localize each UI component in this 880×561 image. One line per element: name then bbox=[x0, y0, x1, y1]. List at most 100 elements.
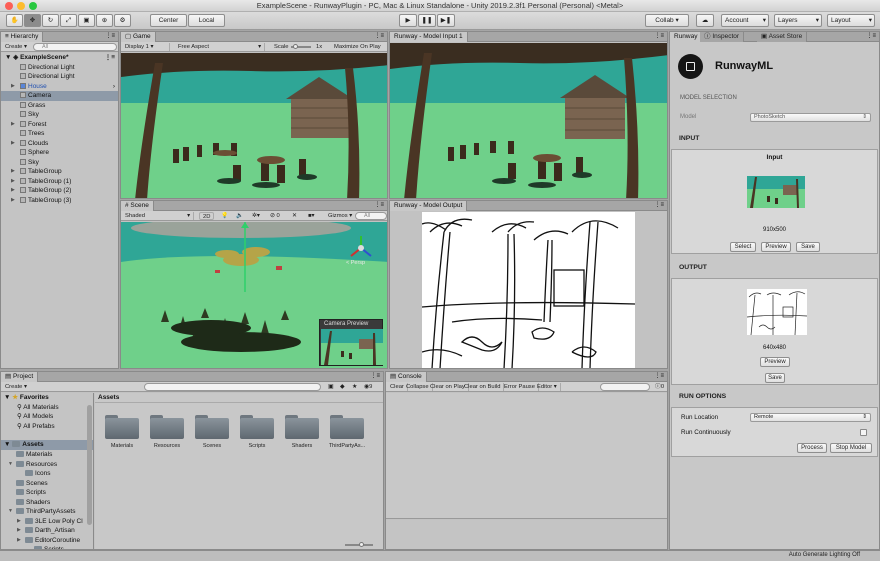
project-tree-item[interactable]: Shaders bbox=[1, 498, 93, 508]
output-preview-button[interactable]: Preview bbox=[760, 357, 790, 367]
hierarchy-item[interactable]: Camera bbox=[1, 91, 118, 101]
panel-menu-icon[interactable]: ⋮≡ bbox=[866, 32, 876, 39]
minimize-window-button[interactable] bbox=[17, 2, 25, 10]
input-preview-button[interactable]: Preview bbox=[761, 242, 791, 252]
tab-inspector[interactable]: ⓘ Inspector bbox=[700, 32, 745, 42]
move-tool-button[interactable]: ✥ bbox=[24, 14, 41, 27]
cloud-button[interactable]: ☁ bbox=[696, 14, 714, 27]
layout-dropdown[interactable]: Layout ▾ bbox=[827, 14, 875, 27]
display-dropdown[interactable]: Display 1 ▾ bbox=[122, 43, 170, 51]
2d-toggle[interactable]: 2D bbox=[199, 212, 215, 220]
project-tree-item[interactable]: ▶ Darth_Artisan bbox=[1, 526, 93, 536]
expand-arrow-icon[interactable]: ▶ bbox=[11, 196, 15, 206]
maximize-on-play-toggle[interactable]: Maximize On Play bbox=[331, 43, 384, 51]
hierarchy-item[interactable]: ▶ TableGroup bbox=[1, 167, 118, 177]
expand-arrow-icon[interactable]: ▶ bbox=[11, 82, 15, 92]
hierarchy-item[interactable]: ▶ TableGroup (3) bbox=[1, 196, 118, 206]
zoom-window-button[interactable] bbox=[29, 2, 37, 10]
expand-arrow-icon[interactable]: ▼ bbox=[8, 507, 13, 517]
collab-dropdown[interactable]: Collab ▾ bbox=[645, 14, 689, 27]
aspect-dropdown[interactable]: Free Aspect ▾ bbox=[175, 43, 265, 51]
lighting-status[interactable]: Auto Generate Lighting Off bbox=[789, 552, 860, 558]
project-tree-item[interactable]: ▶ 3LE Low Poly Cl bbox=[1, 517, 93, 527]
asset-folder[interactable] bbox=[240, 415, 274, 439]
pivot-local-toggle[interactable]: Local bbox=[188, 14, 225, 27]
tab-hierarchy[interactable]: ≡ Hierarchy bbox=[1, 32, 44, 42]
tab-game[interactable]: ▢ Game bbox=[121, 32, 156, 42]
prefab-open-icon[interactable]: › bbox=[113, 82, 115, 92]
expand-arrow-icon[interactable]: ▶ bbox=[11, 177, 15, 187]
run-location-dropdown[interactable]: Remote ⇕ bbox=[750, 413, 871, 422]
expand-arrow-icon[interactable]: ▶ bbox=[17, 526, 21, 536]
layers-dropdown[interactable]: Layers ▾ bbox=[774, 14, 822, 27]
scene-menu-icon[interactable]: ⋮≡ bbox=[105, 53, 115, 63]
audio-toggle[interactable]: 🔈 bbox=[233, 212, 246, 220]
custom-tool-button[interactable]: ⚙ bbox=[114, 14, 131, 27]
tools-toggle[interactable]: ✕ bbox=[289, 212, 300, 220]
run-continuously-checkbox[interactable] bbox=[860, 429, 867, 436]
project-tree-item[interactable]: ▼ Resources bbox=[1, 460, 93, 470]
camera-settings-dropdown[interactable]: ■▾ bbox=[305, 212, 317, 220]
expand-arrow-icon[interactable]: ▶ bbox=[11, 167, 15, 177]
project-tree-item[interactable]: Scripts bbox=[1, 488, 93, 498]
process-button[interactable]: Process bbox=[797, 443, 827, 453]
hierarchy-item[interactable]: Sky bbox=[1, 158, 118, 168]
tab-runway-output[interactable]: Runway - Model Output bbox=[390, 201, 468, 211]
rect-tool-button[interactable]: ▣ bbox=[78, 14, 95, 27]
tab-asset-store[interactable]: ▣ Asset Store bbox=[757, 32, 808, 42]
step-button[interactable]: ▶❚ bbox=[437, 14, 455, 27]
scale-slider[interactable] bbox=[291, 44, 311, 49]
input-select-button[interactable]: Select bbox=[730, 242, 756, 252]
expand-arrow-icon[interactable]: ▶ bbox=[11, 139, 15, 149]
transform-tool-button[interactable]: ⊕ bbox=[96, 14, 113, 27]
shading-mode-dropdown[interactable]: Shaded ▾ bbox=[122, 212, 194, 220]
hidden-count-badge[interactable]: ◉9 bbox=[361, 383, 375, 391]
tab-runway[interactable]: Runway bbox=[670, 32, 703, 42]
console-toolbar-button[interactable]: Clear on Build bbox=[461, 383, 505, 391]
icon-size-slider-handle[interactable] bbox=[359, 542, 364, 547]
output-save-button[interactable]: Save bbox=[765, 373, 785, 383]
expand-arrow-icon[interactable]: ▶ bbox=[17, 517, 21, 527]
panel-menu-icon[interactable]: ⋮≡ bbox=[370, 372, 380, 379]
hierarchy-item[interactable]: ▶ Forest bbox=[1, 120, 118, 130]
panel-menu-icon[interactable]: ⋮≡ bbox=[374, 32, 384, 39]
account-dropdown[interactable]: Account ▾ bbox=[721, 14, 769, 27]
hierarchy-item[interactable]: Sky bbox=[1, 110, 118, 120]
hierarchy-item[interactable]: Trees bbox=[1, 129, 118, 139]
tab-runway-input[interactable]: Runway - Model Input 1 bbox=[390, 32, 468, 42]
asset-folder[interactable] bbox=[285, 415, 319, 439]
favorites-header[interactable]: ▼ ★ Favorites bbox=[1, 393, 93, 403]
expand-arrow-icon[interactable]: ▶ bbox=[17, 536, 21, 546]
console-search-input[interactable] bbox=[600, 383, 650, 391]
hierarchy-item[interactable]: ▶ TableGroup (2) bbox=[1, 186, 118, 196]
favorite-item[interactable]: ⚲ All Prefabs bbox=[1, 422, 93, 432]
model-dropdown[interactable]: PhotoSketch ⇕ bbox=[750, 113, 871, 122]
scale-slider-handle[interactable] bbox=[293, 44, 298, 49]
hierarchy-item[interactable]: Directional Light bbox=[1, 72, 118, 82]
asset-folder[interactable] bbox=[195, 415, 229, 439]
scale-tool-button[interactable]: ⤢ bbox=[60, 14, 77, 27]
expand-arrow-icon[interactable]: ▼ bbox=[8, 460, 13, 470]
expand-arrow-icon[interactable]: ▶ bbox=[11, 186, 15, 196]
tree-scrollbar[interactable] bbox=[87, 405, 92, 525]
rotate-tool-button[interactable]: ↻ bbox=[42, 14, 59, 27]
filter-type-icon[interactable]: ▣ bbox=[325, 383, 336, 391]
project-create-button[interactable]: Create ▾ bbox=[2, 383, 30, 391]
console-toolbar-button[interactable]: Editor ▾ bbox=[534, 383, 561, 391]
icon-size-slider[interactable] bbox=[345, 542, 373, 547]
asset-folder[interactable] bbox=[105, 415, 139, 439]
hierarchy-search-input[interactable]: All bbox=[33, 43, 117, 51]
expand-arrow-icon[interactable]: ▶ bbox=[11, 120, 15, 130]
hierarchy-item[interactable]: ▶ TableGroup (1) bbox=[1, 177, 118, 187]
hierarchy-item[interactable]: Grass bbox=[1, 101, 118, 111]
project-tree-item[interactable]: Scenes bbox=[1, 479, 93, 489]
scene-viewport[interactable]: < Persp Camera Preview bbox=[121, 218, 387, 368]
hierarchy-item[interactable]: ▶ House › bbox=[1, 82, 118, 92]
panel-menu-icon[interactable]: ⋮≡ bbox=[654, 201, 664, 208]
hierarchy-item[interactable]: ▶ Clouds bbox=[1, 139, 118, 149]
panel-menu-icon[interactable]: ⋮≡ bbox=[654, 372, 664, 379]
project-tree-item[interactable]: ▼ ThirdPartyAssets bbox=[1, 507, 93, 517]
project-search-input[interactable] bbox=[144, 383, 321, 391]
console-error-count[interactable]: ⓘ0 bbox=[652, 383, 667, 391]
favorite-item[interactable]: ⚲ All Models bbox=[1, 412, 93, 422]
